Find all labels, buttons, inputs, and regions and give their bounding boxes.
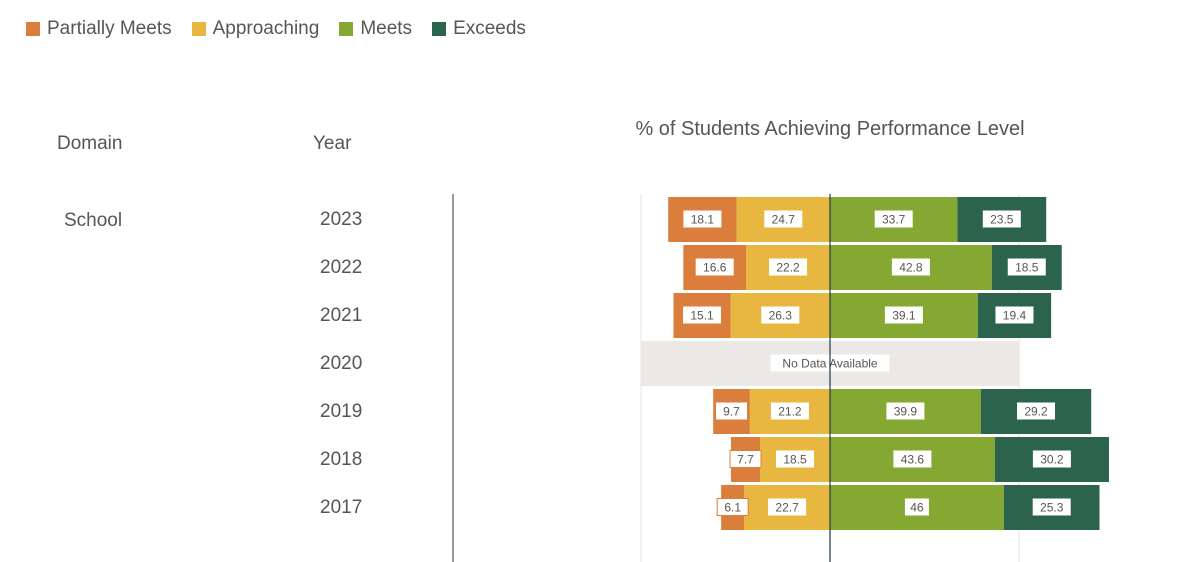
data-label-partially-meets: 9.7 <box>723 405 740 419</box>
data-label-meets: 39.1 <box>892 309 916 323</box>
data-label-approaching: 22.7 <box>775 501 799 515</box>
data-label-meets: 43.6 <box>901 453 925 467</box>
diverging-bar-chart: 24.7 18.1 33.7 23.5 22.2 16.6 42.8 18.5 26.3 15.1… <box>452 194 1109 562</box>
data-label-partially-meets: 7.7 <box>737 453 754 467</box>
data-label-approaching: 21.2 <box>778 405 802 419</box>
data-label-meets: 46 <box>910 501 924 515</box>
data-label-approaching: 24.7 <box>772 213 796 227</box>
data-label-partially-meets: 16.6 <box>703 261 727 275</box>
data-label-exceeds: 29.2 <box>1024 405 1048 419</box>
data-label-exceeds: 19.4 <box>1003 309 1027 323</box>
data-label-meets: 33.7 <box>882 213 906 227</box>
data-label-exceeds: 30.2 <box>1040 453 1064 467</box>
data-label-exceeds: 18.5 <box>1015 261 1039 275</box>
data-label-partially-meets: 18.1 <box>691 213 715 227</box>
data-label-exceeds: 23.5 <box>990 213 1014 227</box>
data-label-partially-meets: 15.1 <box>690 309 714 323</box>
data-label-approaching: 26.3 <box>769 309 793 323</box>
data-label-approaching: 22.2 <box>776 261 800 275</box>
data-label-exceeds: 25.3 <box>1040 501 1064 515</box>
data-label-meets: 42.8 <box>899 261 923 275</box>
data-label-meets: 39.9 <box>894 405 918 419</box>
data-label-partially-meets: 6.1 <box>724 501 741 515</box>
data-label-approaching: 18.5 <box>783 453 807 467</box>
